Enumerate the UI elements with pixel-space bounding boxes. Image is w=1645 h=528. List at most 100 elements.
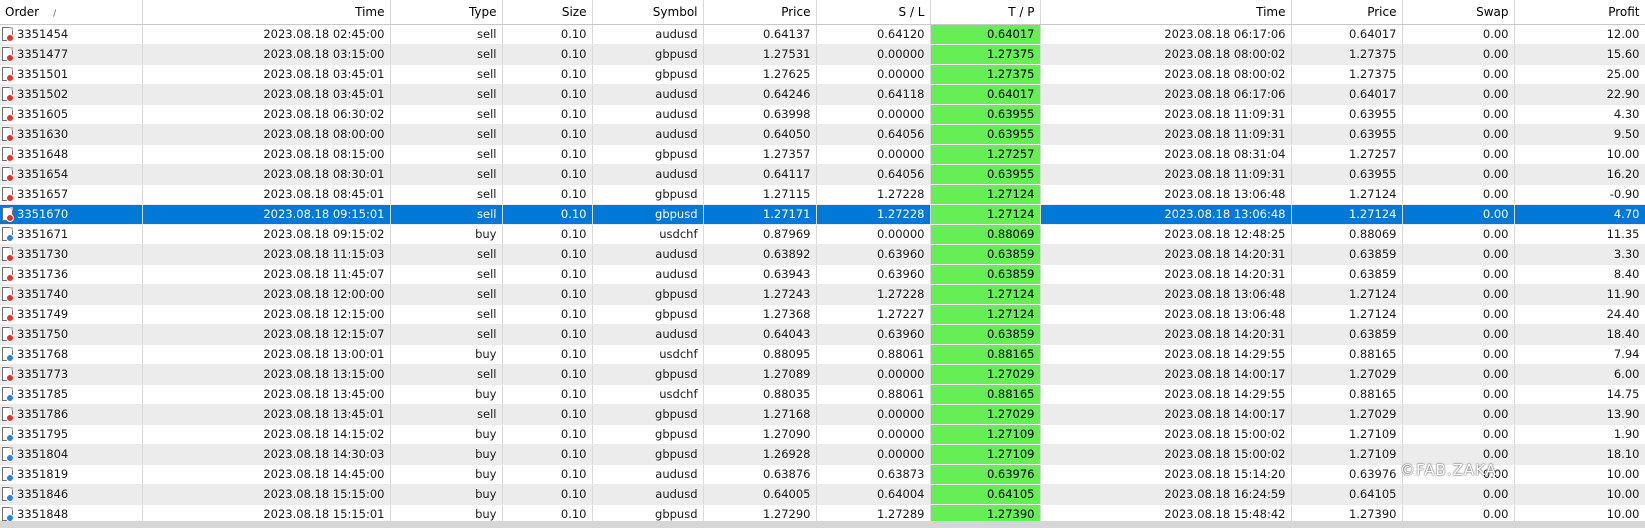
cell-sl: 0.64004 xyxy=(816,484,931,505)
cell-profit: 4.30 xyxy=(1514,104,1645,125)
cell-type: sell xyxy=(390,324,503,345)
cell-profit: 14.75 xyxy=(1514,384,1645,405)
cell-close-price: 0.63955 xyxy=(1291,104,1403,125)
table-row[interactable]: 3351670 2023.08.18 09:15:01 sell 0.10 gbpusd… xyxy=(0,204,1645,225)
table-row[interactable]: 3351740 2023.08.18 12:00:00 sell 0.10 gbpusd… xyxy=(0,284,1645,305)
column-header-type[interactable]: Type xyxy=(390,0,503,25)
table-row[interactable]: 3351736 2023.08.18 11:45:07 sell 0.10 audusd… xyxy=(0,264,1645,285)
table-row[interactable]: 3351648 2023.08.18 08:15:00 sell 0.10 gbpusd… xyxy=(0,144,1645,165)
order-number: 3351749 xyxy=(17,307,69,321)
cell-sl: 0.63960 xyxy=(816,324,931,345)
order-number: 3351750 xyxy=(17,327,69,341)
cell-tp: 1.27257 xyxy=(930,144,1041,165)
order-number: 3351795 xyxy=(17,427,69,441)
cell-close-time: 2023.08.18 13:06:48 xyxy=(1040,184,1292,205)
table-row[interactable]: 3351730 2023.08.18 11:15:03 sell 0.10 audusd… xyxy=(0,244,1645,265)
cell-type: sell xyxy=(390,184,503,205)
cell-close-time: 2023.08.18 15:14:20 xyxy=(1040,464,1292,485)
cell-price: 0.88095 xyxy=(703,344,817,365)
cell-close-price: 1.27029 xyxy=(1291,364,1403,385)
column-header-size[interactable]: Size xyxy=(502,0,593,25)
column-header-tp[interactable]: T / P xyxy=(930,0,1041,25)
table-row[interactable]: 3351804 2023.08.18 14:30:03 buy 0.10 gbpusd 1… xyxy=(0,444,1645,465)
cell-symbol: audusd xyxy=(592,484,704,505)
cell-close-time: 2023.08.18 06:17:06 xyxy=(1040,24,1292,45)
table-row[interactable]: 3351605 2023.08.18 06:30:02 sell 0.10 audusd… xyxy=(0,104,1645,125)
cell-open-time: 2023.08.18 03:15:00 xyxy=(142,44,391,65)
cell-symbol: gbpusd xyxy=(592,304,704,325)
column-header-price[interactable]: Price xyxy=(703,0,817,25)
cell-open-time: 2023.08.18 06:30:02 xyxy=(142,104,391,125)
cell-profit: 3.30 xyxy=(1514,244,1645,265)
column-header-sl[interactable]: S / L xyxy=(816,0,931,25)
doc-sell-icon xyxy=(2,166,14,182)
cell-profit: 18.40 xyxy=(1514,324,1645,345)
cell-type: sell xyxy=(390,264,503,285)
cell-symbol: gbpusd xyxy=(592,184,704,205)
cell-swap: 0.00 xyxy=(1402,104,1515,125)
cell-order: 3351501 xyxy=(0,64,143,85)
table-row[interactable]: 3351501 2023.08.18 03:45:01 sell 0.10 gbpusd… xyxy=(0,64,1645,85)
cell-sl: 0.63960 xyxy=(816,264,931,285)
column-header-close-price[interactable]: Price xyxy=(1291,0,1403,25)
cell-close-price: 1.27124 xyxy=(1291,204,1403,225)
table-row[interactable]: 3351477 2023.08.18 03:15:00 sell 0.10 gbpusd… xyxy=(0,44,1645,65)
cell-tp: 0.63859 xyxy=(930,324,1041,345)
table-row[interactable]: 3351819 2023.08.18 14:45:00 buy 0.10 audusd 0… xyxy=(0,464,1645,485)
column-header-order[interactable]: Order / xyxy=(0,0,143,25)
cell-type: buy xyxy=(390,444,503,465)
table-row[interactable]: 3351502 2023.08.18 03:45:01 sell 0.10 audusd… xyxy=(0,84,1645,105)
cell-tp: 0.88165 xyxy=(930,384,1041,405)
table-row[interactable]: 3351750 2023.08.18 12:15:07 sell 0.10 audusd… xyxy=(0,324,1645,345)
table-row[interactable]: 3351654 2023.08.18 08:30:01 sell 0.10 audusd… xyxy=(0,164,1645,185)
cell-tp: 1.27375 xyxy=(930,44,1041,65)
table-row[interactable]: 3351454 2023.08.18 02:45:00 sell 0.10 audusd… xyxy=(0,24,1645,45)
column-header-symbol[interactable]: Symbol xyxy=(592,0,704,25)
cell-close-time: 2023.08.18 14:20:31 xyxy=(1040,244,1292,265)
cell-price: 1.26928 xyxy=(703,444,817,465)
table-row[interactable]: 3351671 2023.08.18 09:15:02 buy 0.10 usdchf 0… xyxy=(0,224,1645,245)
cell-sl: 0.63873 xyxy=(816,464,931,485)
column-header-open-time[interactable]: Time xyxy=(142,0,391,25)
table-row[interactable]: 3351846 2023.08.18 15:15:00 buy 0.10 audusd 0… xyxy=(0,484,1645,505)
column-header-close-time[interactable]: Time xyxy=(1040,0,1292,25)
cell-sl: 0.88061 xyxy=(816,384,931,405)
cell-price: 0.63876 xyxy=(703,464,817,485)
cell-sl: 0.00000 xyxy=(816,64,931,85)
cell-profit: 25.00 xyxy=(1514,64,1645,85)
cell-open-time: 2023.08.18 11:45:07 xyxy=(142,264,391,285)
doc-buy-icon xyxy=(2,226,14,242)
cell-tp: 1.27124 xyxy=(930,204,1041,225)
column-header-swap[interactable]: Swap xyxy=(1402,0,1515,25)
table-row[interactable]: 3351773 2023.08.18 13:15:00 sell 0.10 gbpusd… xyxy=(0,364,1645,385)
horizontal-scrollbar[interactable] xyxy=(0,521,1645,528)
table-row[interactable]: 3351786 2023.08.18 13:45:01 sell 0.10 gbpusd… xyxy=(0,404,1645,425)
cell-size: 0.10 xyxy=(502,264,593,285)
cell-symbol: audusd xyxy=(592,164,704,185)
table-row[interactable]: 3351795 2023.08.18 14:15:02 buy 0.10 gbpusd 1… xyxy=(0,424,1645,445)
cell-type: sell xyxy=(390,64,503,85)
cell-profit: 10.00 xyxy=(1514,464,1645,485)
cell-close-time: 2023.08.18 14:29:55 xyxy=(1040,344,1292,365)
cell-size: 0.10 xyxy=(502,244,593,265)
table-row[interactable]: 3351768 2023.08.18 13:00:01 buy 0.10 usdchf 0… xyxy=(0,344,1645,365)
cell-close-price: 0.63955 xyxy=(1291,124,1403,145)
cell-tp: 1.27124 xyxy=(930,304,1041,325)
doc-sell-icon xyxy=(2,146,14,162)
cell-close-price: 0.64017 xyxy=(1291,84,1403,105)
cell-open-time: 2023.08.18 02:45:00 xyxy=(142,24,391,45)
table-row[interactable]: 3351657 2023.08.18 08:45:01 sell 0.10 gbpusd… xyxy=(0,184,1645,205)
cell-order: 3351477 xyxy=(0,44,143,65)
cell-profit: 24.40 xyxy=(1514,304,1645,325)
cell-size: 0.10 xyxy=(502,344,593,365)
cell-size: 0.10 xyxy=(502,324,593,345)
watermark: ©FAB.ZAKA xyxy=(1400,461,1497,479)
cell-order: 3351648 xyxy=(0,144,143,165)
cell-profit: 12.00 xyxy=(1514,24,1645,45)
table-row[interactable]: 3351785 2023.08.18 13:45:00 buy 0.10 usdchf 0… xyxy=(0,384,1645,405)
table-row[interactable]: 3351630 2023.08.18 08:00:00 sell 0.10 audusd… xyxy=(0,124,1645,145)
table-row[interactable]: 3351749 2023.08.18 12:15:00 sell 0.10 gbpusd… xyxy=(0,304,1645,325)
cell-close-price: 0.63955 xyxy=(1291,164,1403,185)
doc-sell-icon xyxy=(2,126,14,142)
column-header-profit[interactable]: Profit xyxy=(1514,0,1645,25)
